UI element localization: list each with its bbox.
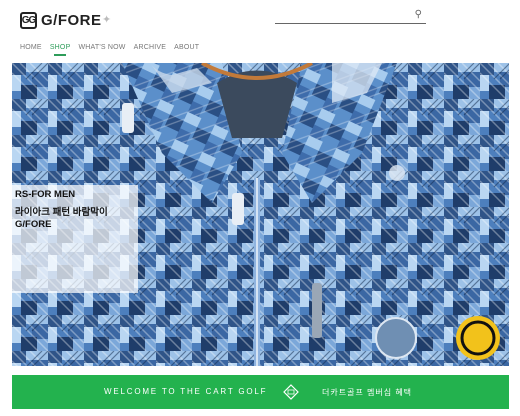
star-icon[interactable]: ✦	[102, 13, 111, 26]
site-header: GG G/FORE ✦ ⚲	[0, 0, 520, 40]
caption-line-1: RS-FOR MEN	[15, 189, 76, 200]
brand-name: G/FORE	[41, 11, 102, 29]
hero-caption: RS-FOR MEN 라이아크 패턴 바람막이 G/FORE	[12, 185, 138, 293]
search-bar: ⚲	[275, 9, 426, 24]
main-nav: HOME SHOP WHAT'S NOW ARCHIVE ABOUT	[20, 44, 199, 56]
search-input[interactable]	[275, 10, 405, 22]
nav-item-whats-now[interactable]: WHAT'S NOW	[78, 44, 125, 51]
nav-item-shop[interactable]: SHOP	[50, 44, 71, 56]
membership-badge-icon	[283, 384, 299, 400]
logo-mark-icon: GG	[20, 11, 37, 29]
nav-item-about[interactable]: ABOUT	[174, 44, 199, 51]
welcome-banner[interactable]: WELCOME TO THE CART GOLF 더카트골프 멤버십 혜택	[12, 375, 509, 409]
hero-banner[interactable]: RS-FOR MEN 라이아크 패턴 바람막이 G/FORE	[12, 63, 509, 366]
caption-line-3: G/FORE	[15, 219, 52, 230]
membership-benefits-text[interactable]: 더카트골프 멤버십 혜택	[322, 387, 412, 398]
brand-logo[interactable]: GG G/FORE	[20, 10, 102, 30]
nav-item-home[interactable]: HOME	[20, 44, 42, 51]
caption-line-2: 라이아크 패턴 바람막이	[15, 207, 108, 218]
search-icon[interactable]: ⚲	[415, 9, 422, 20]
nav-item-archive[interactable]: ARCHIVE	[134, 44, 167, 51]
welcome-text: WELCOME TO THE CART GOLF	[104, 387, 268, 396]
